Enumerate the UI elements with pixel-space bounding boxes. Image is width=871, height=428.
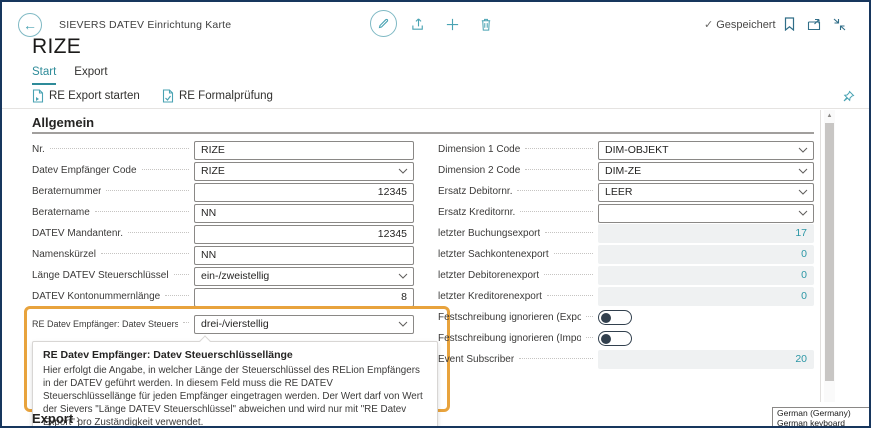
field-row-datev-mandantennr: DATEV Mandantenr. (32, 223, 414, 244)
scroll-up-arrow[interactable]: ▲ (824, 110, 835, 122)
nr-input[interactable] (194, 141, 414, 160)
dimension-1-code-input[interactable] (598, 141, 814, 160)
ersatz-debitornr-field (598, 182, 814, 201)
pencil-icon (377, 17, 390, 30)
beraternummer-input[interactable] (194, 183, 414, 202)
bookmark-icon[interactable] (781, 16, 797, 32)
ersatz-kreditornr-field (598, 203, 814, 222)
field-row-letzter-debitorenexport: letzter Debitorenexport 0 (438, 265, 814, 286)
field-row-dimension-1-code: Dimension 1 Code (438, 139, 814, 160)
sievers-datev-setup-card-window: ← SIEVERS DATEV Einrichtung Karte ✓Gespe… (0, 0, 871, 428)
dimension-2-code-input[interactable] (598, 162, 814, 181)
save-status: ✓Gespeichert (704, 18, 776, 31)
letzter-debitorenexport-field: 0 (598, 266, 814, 285)
field-row-ersatz-debitornr: Ersatz Debitornr. (438, 181, 814, 202)
ersatz-debitornr-input[interactable] (598, 183, 814, 202)
letzter-kreditorenexport-field: 0 (598, 287, 814, 306)
festschreibung-export-toggle[interactable] (598, 310, 632, 325)
check-icon: ✓ (704, 19, 713, 31)
collapse-window-icon[interactable] (831, 16, 847, 32)
dimension-1-code-field (598, 140, 814, 159)
tooltip-pointer (199, 335, 210, 346)
page-title: RIZE (32, 35, 81, 59)
document-run-icon (32, 89, 44, 103)
re-export-starten-button[interactable]: RE Export starten (32, 89, 140, 103)
keyboard-layout-indicator: German (Germany) German keyboard (772, 407, 870, 428)
chevron-right-icon: › (76, 412, 80, 426)
general-left-column: Nr. Datev Empfänger Code Beraternummer B… (32, 139, 414, 307)
namenskuerzel-input[interactable] (194, 246, 414, 265)
re-formalpruefung-button[interactable]: RE Formalprüfung (162, 89, 273, 103)
tooltip-body: Hier erfolgt die Angabe, in welcher Läng… (43, 365, 427, 428)
letzter-sachkontenexport-field: 0 (598, 245, 814, 264)
event-subscriber-field: 20 (598, 350, 814, 369)
beraternummer-field (194, 182, 414, 201)
laenge-datev-steuerschluessel-field (194, 266, 414, 285)
festschreibung-import-toggle[interactable] (598, 331, 632, 346)
dimension-2-code-field (598, 161, 814, 180)
laenge-datev-steuerschluessel-input[interactable] (194, 267, 414, 286)
field-row-ersatz-kreditornr: Ersatz Kreditornr. (438, 202, 814, 223)
beratername-field (194, 203, 414, 222)
datev-mandantennr-field (194, 224, 414, 243)
field-row-beratername: Beratername (32, 202, 414, 223)
nr-field (194, 140, 414, 159)
menu-tabs: Start Export (32, 66, 108, 85)
field-row-laenge-datev-steuerschluessel: Länge DATEV Steuerschlüssel (32, 265, 414, 286)
field-row-event-subscriber: Event Subscriber 20 (438, 349, 814, 370)
namenskuerzel-field (194, 245, 414, 264)
highlight-box: RE Datev Empfänger: Datev Steuerschlüsse… (24, 306, 450, 412)
datev-empfaenger-code-input[interactable] (194, 162, 414, 181)
beratername-input[interactable] (194, 204, 414, 223)
field-row-nr: Nr. (32, 139, 414, 160)
scrollbar-thumb[interactable] (825, 123, 834, 381)
tab-export[interactable]: Export (74, 66, 107, 85)
pin-icon[interactable] (842, 90, 855, 103)
field-row-namenskuerzel: Namenskürzel (32, 244, 414, 265)
section-divider (32, 132, 814, 134)
field-row-re-datev-empfaenger-steuerschluessellaenge: RE Datev Empfänger: Datev Steuerschlüsse… (32, 313, 414, 334)
ersatz-kreditornr-input[interactable] (598, 204, 814, 223)
delete-icon[interactable] (478, 16, 494, 32)
open-in-new-window-icon[interactable] (806, 16, 822, 32)
general-right-column: Dimension 1 Code Dimension 2 Code Ersatz… (438, 139, 814, 370)
document-check-icon (162, 89, 174, 103)
tab-start[interactable]: Start (32, 66, 56, 85)
section-title-export[interactable]: Export› (32, 411, 80, 426)
field-row-beraternummer: Beraternummer (32, 181, 414, 202)
datev-kontonummernlaenge-field (194, 287, 414, 306)
datev-kontonummernlaenge-input[interactable] (194, 288, 414, 307)
field-row-letzter-buchungsexport: letzter Buchungsexport 17 (438, 223, 814, 244)
datev-mandantennr-input[interactable] (194, 225, 414, 244)
datev-empfaenger-code-field (194, 161, 414, 180)
re-datev-empfaenger-steuerschluessellaenge-field (194, 314, 414, 333)
content-edge-divider (820, 110, 821, 402)
section-title-allgemein[interactable]: Allgemein (32, 115, 94, 130)
re-datev-empfaenger-steuerschluessellaenge-input[interactable] (194, 315, 414, 334)
tooltip-title: RE Datev Empfänger: Datev Steuerschlüsse… (43, 349, 427, 361)
share-icon[interactable] (410, 16, 426, 32)
field-row-datev-empfaenger-code: Datev Empfänger Code (32, 160, 414, 181)
field-row-datev-kontonummernlaenge: DATEV Kontonummernlänge (32, 286, 414, 307)
letzter-buchungsexport-field: 17 (598, 224, 814, 243)
field-row-letzter-kreditorenexport: letzter Kreditorenexport 0 (438, 286, 814, 307)
field-row-festschreibung-ignorieren-import: Festschreibung ignorieren (Import) (438, 328, 814, 349)
toggle-knob (601, 313, 611, 323)
field-row-festschreibung-ignorieren-export: Festschreibung ignorieren (Export) (438, 307, 814, 328)
new-record-icon[interactable] (444, 16, 460, 32)
action-bar: RE Export starten RE Formalprüfung (2, 86, 869, 109)
field-row-letzter-sachkontenexport: letzter Sachkontenexport 0 (438, 244, 814, 265)
field-tooltip: RE Datev Empfänger: Datev Steuerschlüsse… (32, 341, 438, 428)
toggle-knob (601, 334, 611, 344)
field-row-dimension-2-code: Dimension 2 Code (438, 160, 814, 181)
edit-button[interactable] (370, 10, 397, 37)
vertical-scrollbar[interactable]: ▲ (824, 110, 835, 402)
back-button[interactable]: ← (18, 13, 42, 37)
breadcrumb[interactable]: SIEVERS DATEV Einrichtung Karte (59, 19, 231, 31)
